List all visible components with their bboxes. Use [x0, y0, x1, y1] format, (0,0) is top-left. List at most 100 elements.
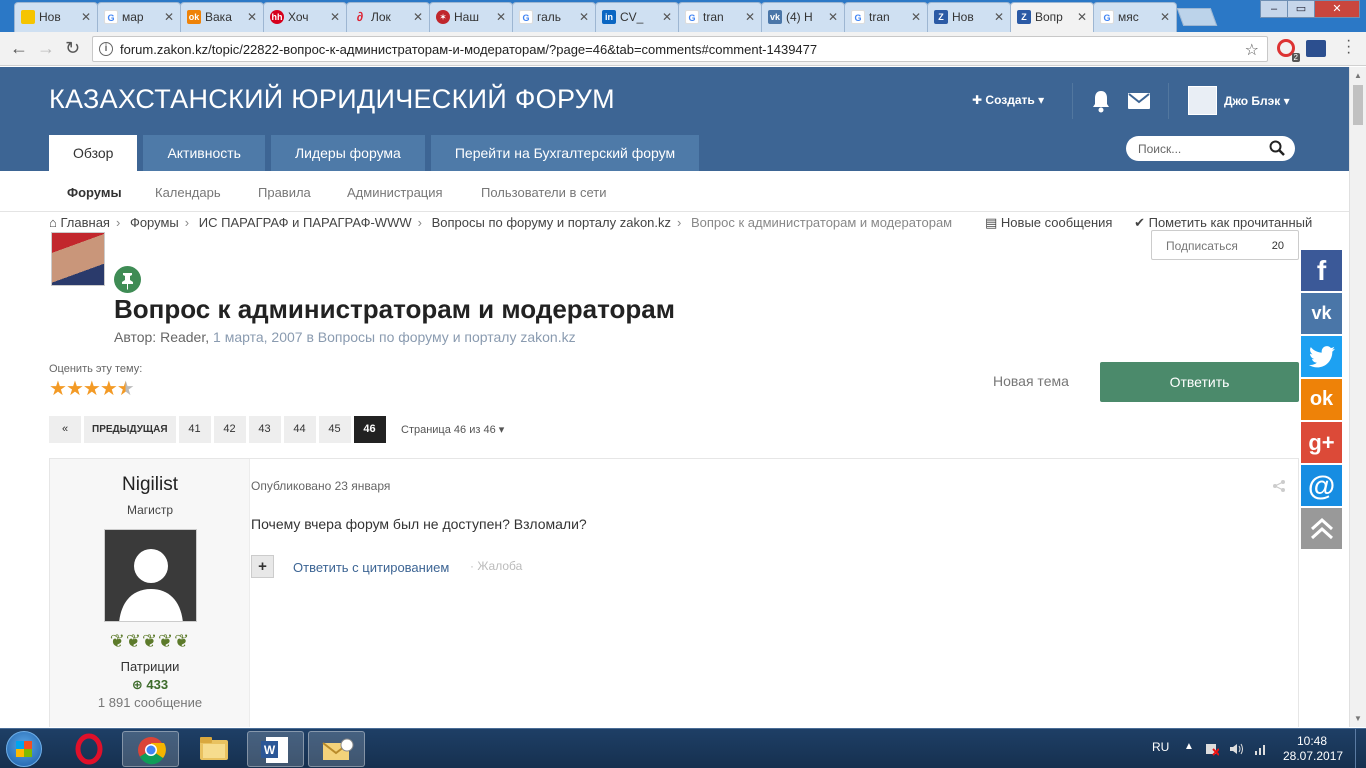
scroll-top-icon[interactable]	[1301, 508, 1342, 549]
facebook-icon[interactable]: f	[1301, 250, 1342, 291]
bookmark-star-icon[interactable]: ☆	[1245, 40, 1259, 60]
opera-taskbar-button[interactable]	[61, 731, 118, 767]
page-link[interactable]: 42	[213, 416, 246, 443]
minimize-button[interactable]: –	[1260, 0, 1288, 18]
topic-author-link[interactable]: Reader,	[160, 329, 209, 345]
close-icon[interactable]: ✕	[247, 10, 257, 24]
topic-author-avatar[interactable]	[51, 232, 105, 286]
volume-icon[interactable]	[1229, 742, 1243, 756]
report-link[interactable]: · Жалоба	[470, 559, 522, 573]
mark-read-link[interactable]: ✔ Пометить как прочитанный	[1134, 215, 1312, 230]
browser-tab[interactable]: Нов ✕	[14, 2, 98, 32]
breadcrumb-item[interactable]: Вопросы по форуму и порталу zakon.kz	[432, 215, 671, 230]
browser-tab[interactable]: hh Хоч ✕	[263, 2, 347, 32]
breadcrumb-item[interactable]: Форумы	[130, 215, 179, 230]
browser-tab[interactable]: Z Нов ✕	[927, 2, 1011, 32]
post-author-avatar[interactable]	[104, 529, 197, 622]
action-center-icon[interactable]	[1205, 742, 1219, 756]
mail-ru-icon[interactable]: @	[1301, 465, 1342, 506]
browser-tab[interactable]: Gгаль ✕	[512, 2, 596, 32]
back-icon[interactable]: ←	[10, 39, 28, 57]
close-icon[interactable]: ✕	[496, 10, 506, 24]
post-author-name[interactable]: Nigilist	[50, 474, 250, 496]
page-link-current[interactable]: 46	[353, 416, 386, 443]
close-icon[interactable]: ✕	[330, 10, 340, 24]
page-link[interactable]: 44	[283, 416, 316, 443]
page-link[interactable]: 43	[248, 416, 281, 443]
breadcrumb-item[interactable]: ИС ПАРАГРАФ и ПАРАГРАФ-WWW	[199, 215, 412, 230]
tab-accounting-forum[interactable]: Перейти на Бухгалтерский форум	[430, 135, 700, 171]
topic-forum-link[interactable]: Вопросы по форуму и порталу zakon.kz	[318, 329, 576, 345]
forward-icon[interactable]: →	[37, 39, 55, 57]
subnav-administration[interactable]: Администрация	[347, 185, 443, 200]
browser-tab[interactable]: Gмяс ✕	[1093, 2, 1177, 32]
browser-tab[interactable]: in CV_ ✕	[595, 2, 679, 32]
share-icon[interactable]	[1272, 479, 1286, 493]
reload-icon[interactable]: ↻	[65, 39, 80, 57]
tab-activity[interactable]: Активность	[143, 135, 265, 171]
mail-icon[interactable]	[1128, 93, 1150, 109]
page-link[interactable]: 45	[318, 416, 351, 443]
first-page-button[interactable]: «	[49, 416, 81, 443]
odnoklassniki-icon[interactable]: ok	[1301, 379, 1342, 420]
google-plus-icon[interactable]: g+	[1301, 422, 1342, 463]
search-icon[interactable]	[1269, 140, 1285, 156]
scroll-down-icon[interactable]: ▼	[1354, 714, 1362, 723]
extension-icon[interactable]	[1306, 40, 1326, 57]
star-half-icon[interactable]: ★	[117, 378, 135, 400]
page-jump[interactable]: Страница 46 из 46 ▾	[401, 423, 504, 436]
new-tab-button[interactable]	[1176, 8, 1218, 26]
close-icon[interactable]: ✕	[1160, 10, 1170, 24]
explorer-taskbar-button[interactable]	[186, 731, 243, 767]
subnav-calendar[interactable]: Календарь	[155, 185, 221, 200]
info-icon[interactable]: i	[99, 42, 113, 56]
prev-page-button[interactable]: ПРЕДЫДУЩАЯ	[84, 416, 176, 443]
page-link[interactable]: 41	[178, 416, 211, 443]
close-icon[interactable]: ✕	[828, 10, 838, 24]
chrome-taskbar-button[interactable]	[122, 731, 179, 767]
close-icon[interactable]: ✕	[1077, 10, 1087, 24]
multiquote-button[interactable]: +	[251, 555, 274, 578]
reply-button[interactable]: Ответить	[1100, 362, 1299, 402]
maximize-button[interactable]: ▭	[1287, 0, 1315, 18]
quote-reply-link[interactable]: Ответить с цитированием	[293, 560, 449, 575]
new-posts-link[interactable]: ▤ Новые сообщения	[985, 215, 1112, 230]
breadcrumb-item[interactable]: Главная	[60, 215, 109, 230]
browser-tab[interactable]: Gtran ✕	[678, 2, 762, 32]
tray-expand-icon[interactable]: ▲	[1184, 741, 1194, 752]
star-icon[interactable]: ★	[100, 378, 118, 400]
user-menu[interactable]: Джо Блэк ▾	[1224, 94, 1290, 108]
close-icon[interactable]: ✕	[911, 10, 921, 24]
browser-tab[interactable]: ✶ Наш ✕	[429, 2, 513, 32]
url-text[interactable]: forum.zakon.kz/topic/22822-вопрос-к-адми…	[120, 42, 817, 57]
bell-icon[interactable]	[1090, 89, 1112, 113]
star-icon[interactable]: ★	[49, 378, 67, 400]
subnav-forums[interactable]: Форумы	[67, 185, 122, 200]
close-icon[interactable]: ✕	[164, 10, 174, 24]
close-icon[interactable]: ✕	[81, 10, 91, 24]
follow-button[interactable]: Подписаться 20	[1151, 230, 1299, 260]
close-icon[interactable]: ✕	[745, 10, 755, 24]
star-icon[interactable]: ★	[83, 378, 101, 400]
twitter-icon[interactable]	[1301, 336, 1342, 377]
star-icon[interactable]: ★	[66, 378, 84, 400]
create-button[interactable]: ✚ Создать ▾	[972, 93, 1044, 107]
word-taskbar-button[interactable]: W	[247, 731, 304, 767]
close-icon[interactable]: ✕	[662, 10, 672, 24]
subnav-online-users[interactable]: Пользователи в сети	[481, 185, 607, 200]
close-icon[interactable]: ✕	[413, 10, 423, 24]
page-scrollbar[interactable]: ▲ ▼	[1349, 67, 1366, 727]
site-title[interactable]: КАЗАХСТАНСКИЙ ЮРИДИЧЕСКИЙ ФОРУМ	[49, 84, 615, 115]
new-topic-link[interactable]: Новая тема	[993, 373, 1069, 389]
rating-stars[interactable]: ★★★★★	[49, 376, 135, 401]
user-avatar[interactable]	[1188, 86, 1217, 115]
outlook-taskbar-button[interactable]	[308, 731, 365, 767]
address-bar[interactable]: i forum.zakon.kz/topic/22822-вопрос-к-ад…	[92, 36, 1268, 62]
show-desktop-button[interactable]	[1355, 729, 1366, 768]
window-close-button[interactable]: ✕	[1314, 0, 1360, 18]
scroll-up-icon[interactable]: ▲	[1354, 71, 1362, 80]
close-icon[interactable]: ✕	[994, 10, 1004, 24]
search-input[interactable]: Поиск...	[1126, 136, 1295, 161]
network-icon[interactable]	[1254, 742, 1268, 756]
browser-tab[interactable]: Gtran ✕	[844, 2, 928, 32]
